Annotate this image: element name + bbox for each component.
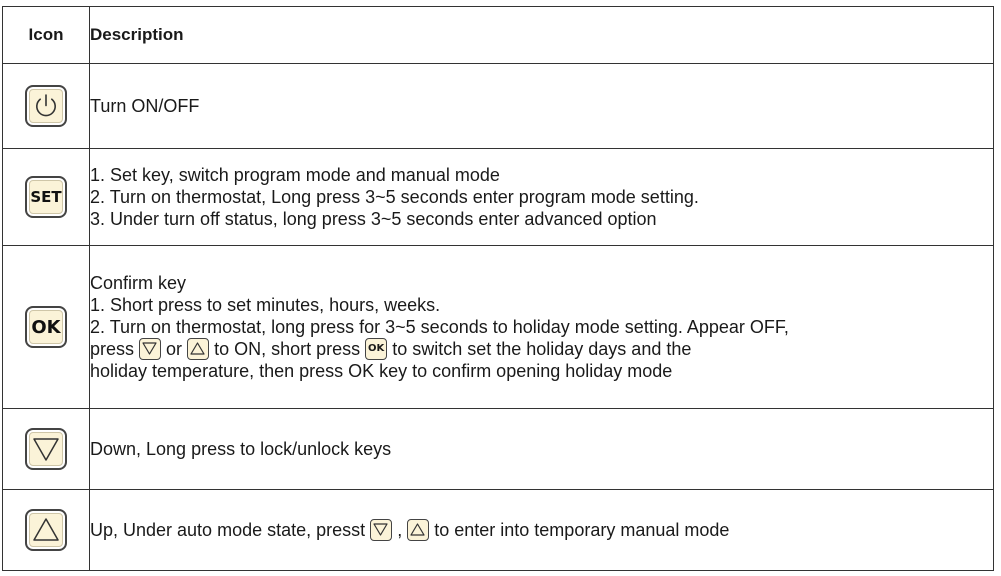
- description-line: press or to ON, short press OK to switch…: [90, 338, 993, 360]
- ok-key-label: OK: [31, 316, 61, 338]
- ok-key-label: OK: [368, 343, 385, 354]
- power-icon: [25, 85, 67, 127]
- description-line: holiday temperature, then press OK key t…: [90, 361, 673, 381]
- up-arrow-icon: [407, 519, 430, 541]
- down-arrow-icon: [139, 338, 162, 360]
- text-fragment: to enter into temporary manual mode: [434, 520, 730, 540]
- table-header-row: Icon Description: [2, 6, 994, 64]
- description-line: 3. Under turn off status, long press 3~5…: [90, 209, 657, 229]
- key-description-table: Icon Description Turn ON/OFF SET 1. Set …: [2, 6, 994, 571]
- description-line: Down, Long press to lock/unlock keys: [90, 439, 392, 459]
- ok-key-icon: OK: [25, 306, 67, 348]
- description-line: 1. Set key, switch program mode and manu…: [90, 165, 500, 185]
- icon-cell: [2, 489, 90, 571]
- text-fragment: to switch set the holiday days and the: [392, 339, 692, 359]
- table-row-set: SET 1. Set key, switch program mode and …: [2, 148, 994, 246]
- table-row-up: Up, Under auto mode state, presst , to e…: [2, 489, 994, 571]
- icon-cell: OK: [2, 245, 90, 409]
- table-row-power: Turn ON/OFF: [2, 63, 994, 149]
- description-cell: Confirm key 1. Short press to set minute…: [89, 245, 994, 409]
- description-line: Turn ON/OFF: [90, 96, 200, 116]
- text-fragment: or: [166, 339, 183, 359]
- text-fragment: ,: [397, 520, 403, 540]
- icon-cell: [2, 408, 90, 490]
- description-line: 2. Turn on thermostat, long press for 3~…: [90, 317, 789, 337]
- text-fragment: Up, Under auto mode state, presst: [90, 520, 366, 540]
- description-line: 1. Short press to set minutes, hours, we…: [90, 295, 441, 315]
- up-arrow-icon: [25, 509, 67, 551]
- text-fragment: to ON, short press: [214, 339, 361, 359]
- ok-key-icon: OK: [365, 338, 388, 360]
- description-line: 2. Turn on thermostat, Long press 3~5 se…: [90, 187, 699, 207]
- description-line: Confirm key: [90, 273, 187, 293]
- description-cell: Down, Long press to lock/unlock keys: [89, 408, 994, 490]
- description-line: Up, Under auto mode state, presst , to e…: [90, 519, 993, 541]
- description-cell: 1. Set key, switch program mode and manu…: [89, 148, 994, 246]
- table-row-down: Down, Long press to lock/unlock keys: [2, 408, 994, 490]
- table-row-ok: OK Confirm key 1. Short press to set min…: [2, 245, 994, 409]
- icon-cell: [2, 63, 90, 149]
- icon-cell: SET: [2, 148, 90, 246]
- description-cell: Turn ON/OFF: [89, 63, 994, 149]
- down-arrow-icon: [25, 428, 67, 470]
- description-cell: Up, Under auto mode state, presst , to e…: [89, 489, 994, 571]
- down-arrow-icon: [370, 519, 393, 541]
- text-fragment: press: [90, 339, 135, 359]
- header-description: Description: [89, 6, 994, 64]
- set-key-icon: SET: [25, 176, 67, 218]
- header-icon: Icon: [2, 6, 90, 64]
- up-arrow-icon: [187, 338, 210, 360]
- set-key-label: SET: [30, 188, 62, 206]
